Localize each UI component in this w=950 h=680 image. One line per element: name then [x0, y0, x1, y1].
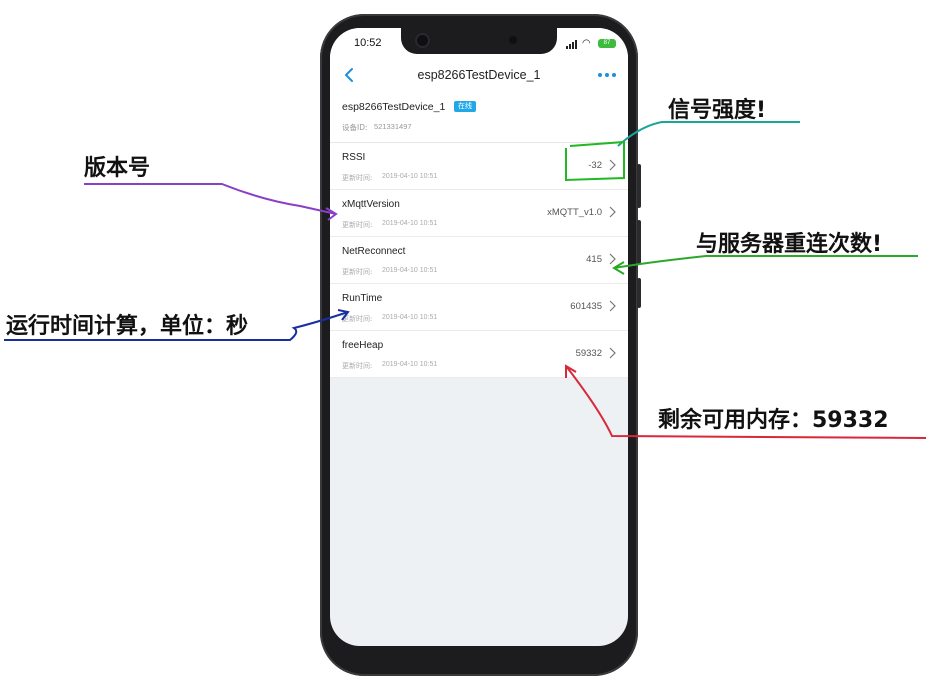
phone-notch	[401, 28, 557, 54]
property-name: RunTime	[342, 293, 383, 304]
signal-icon	[566, 40, 580, 49]
device-id-label: 设备ID:	[342, 123, 368, 132]
power-button	[637, 278, 641, 308]
update-time: 2019-04-10 10:51	[382, 220, 438, 227]
update-time-label: 更新时间:	[342, 315, 373, 323]
front-camera	[417, 35, 428, 46]
annotation-version: 版本号	[84, 156, 151, 181]
version-pointer-line	[84, 183, 337, 215]
property-name: xMqttVersion	[342, 199, 400, 210]
chevron-right-icon	[609, 347, 616, 359]
property-name: freeHeap	[342, 340, 384, 351]
wifi-icon: ◠	[582, 38, 591, 49]
update-time-label: 更新时间:	[342, 221, 373, 229]
update-time-label: 更新时间:	[342, 362, 373, 370]
status-time: 10:52	[354, 37, 382, 49]
property-row-freeheap[interactable]: freeHeap 更新时间: 2019-04-10 10:51 59332	[330, 331, 628, 378]
update-time: 2019-04-10 10:51	[382, 267, 438, 274]
device-info-card: esp8266TestDevice_1 在线 设备ID: 521331497	[330, 92, 628, 143]
property-row-netreconnect[interactable]: NetReconnect 更新时间: 2019-04-10 10:51 415	[330, 237, 628, 284]
page-title: esp8266TestDevice_1	[417, 68, 541, 82]
status-badge: 在线	[454, 101, 476, 112]
annotation-free-heap: 剩余可用内存：59332	[658, 408, 889, 433]
update-time: 2019-04-10 10:51	[382, 314, 438, 321]
update-time: 2019-04-10 10:51	[382, 173, 438, 180]
property-value: 59332	[575, 348, 602, 359]
device-id-value: 521331497	[374, 122, 412, 131]
update-time: 2019-04-10 10:51	[382, 361, 438, 368]
property-name: NetReconnect	[342, 246, 406, 257]
property-value: xMQTT_v1.0	[547, 207, 602, 218]
signal-pointer-line	[617, 121, 800, 147]
property-value: 601435	[570, 301, 602, 312]
more-dots-icon[interactable]	[598, 68, 618, 82]
volume-button	[637, 164, 641, 208]
update-time-label: 更新时间:	[342, 268, 373, 276]
property-name: RSSI	[342, 152, 366, 163]
chevron-right-icon	[609, 300, 616, 312]
chevron-right-icon	[609, 159, 616, 171]
battery-icon: 87	[598, 39, 616, 48]
chevron-right-icon	[609, 206, 616, 218]
property-row-runtime[interactable]: RunTime 更新时间: 2019-04-10 10:51 601435	[330, 284, 628, 331]
device-name: esp8266TestDevice_1	[342, 101, 446, 113]
update-time-label: 更新时间:	[342, 174, 373, 182]
annotation-reconnect: 与服务器重连次数!	[696, 232, 883, 257]
annotation-signal: 信号强度!	[668, 98, 767, 123]
property-value: 415	[586, 254, 602, 265]
sensor	[509, 36, 517, 44]
volume-button	[637, 220, 641, 264]
nav-bar: esp8266TestDevice_1	[330, 58, 628, 92]
property-row-xmqttversion[interactable]: xMqttVersion 更新时间: 2019-04-10 10:51 xMQT…	[330, 190, 628, 237]
annotation-runtime: 运行时间计算，单位：秒	[6, 314, 249, 339]
chevron-right-icon	[609, 253, 616, 265]
property-value: -32	[588, 160, 602, 171]
phone-screen: 10:52 ◠ 87 esp8266TestDevice_1 esp8266Te…	[330, 28, 628, 646]
property-row-rssi[interactable]: RSSI 更新时间: 2019-04-10 10:51 -32	[330, 143, 628, 190]
